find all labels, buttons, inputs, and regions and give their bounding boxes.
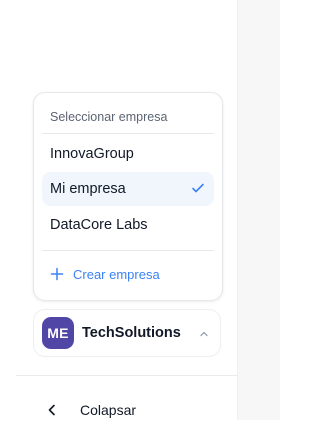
plus-icon — [50, 267, 64, 281]
company-name: TechSolutions — [82, 325, 181, 341]
company-item-mi-empresa[interactable]: Mi empresa — [42, 172, 214, 206]
collapse-label: Colapsar — [80, 402, 137, 418]
footer-divider — [16, 375, 238, 376]
company-item-datacore-labs[interactable]: DataCore Labs — [42, 208, 214, 242]
chevron-left-icon — [48, 404, 55, 416]
dropdown-divider-bottom — [42, 250, 214, 251]
check-icon — [192, 183, 204, 193]
company-item-label: Mi empresa — [50, 181, 126, 197]
content-background — [238, 0, 280, 420]
dropdown-divider-top — [42, 133, 214, 134]
company-item-label: DataCore Labs — [50, 217, 148, 233]
company-switcher[interactable]: ME TechSolutions — [33, 309, 221, 357]
create-company-label: Crear empresa — [73, 266, 160, 282]
avatar: ME — [42, 317, 74, 349]
chevron-up-icon — [200, 331, 208, 337]
dropdown-header: Seleccionar empresa — [50, 110, 168, 124]
company-dropdown: Seleccionar empresa InnovaGroup Mi empre… — [33, 92, 223, 301]
company-item-innovagroup[interactable]: InnovaGroup — [42, 137, 214, 171]
create-company-button[interactable]: Crear empresa — [42, 259, 214, 289]
collapse-button[interactable]: Colapsar — [44, 397, 136, 423]
company-item-label: InnovaGroup — [50, 146, 134, 162]
